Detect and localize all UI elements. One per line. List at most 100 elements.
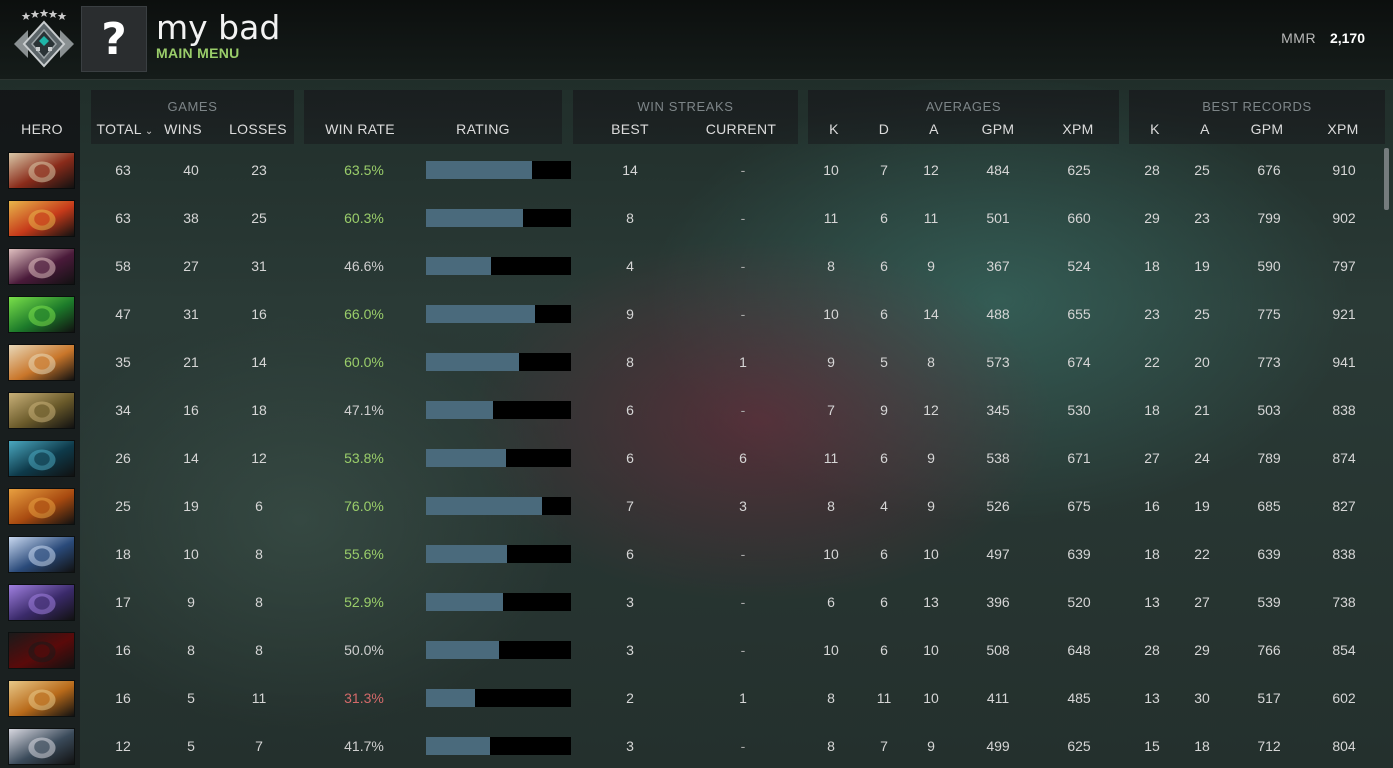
col-header-losses[interactable]: LOSSES xyxy=(229,121,287,137)
avg-deaths-cell: 11 xyxy=(876,690,892,706)
col-header-current-streak[interactable]: CURRENT xyxy=(706,121,777,137)
avg-xpm-cell: 671 xyxy=(1067,450,1091,466)
rating-bar-fill xyxy=(426,353,519,371)
col-header-avg-kills[interactable]: K xyxy=(829,121,839,137)
rating-bar xyxy=(426,641,571,659)
losses-cell: 25 xyxy=(251,210,267,226)
hero-portrait-icon[interactable] xyxy=(8,536,75,573)
col-header-total[interactable]: TOTAL ⌄ xyxy=(96,121,153,137)
group-title-averages: AVERAGES xyxy=(925,99,1002,114)
table-row[interactable]: 63 38 25 60.3% 8 - 11 6 11 501 660 29 23 799 902 xyxy=(0,194,1393,242)
record-kills-cell: 29 xyxy=(1144,210,1160,226)
hero-portrait-icon[interactable] xyxy=(8,200,75,237)
wins-cell: 31 xyxy=(183,306,199,322)
hero-portrait-icon[interactable] xyxy=(8,392,75,429)
avg-xpm-cell: 530 xyxy=(1067,402,1091,418)
hero-portrait-icon[interactable] xyxy=(8,248,75,285)
record-gpm-cell: 775 xyxy=(1257,306,1281,322)
losses-cell: 12 xyxy=(251,450,267,466)
total-cell: 34 xyxy=(115,402,131,418)
losses-cell: 14 xyxy=(251,354,267,370)
rating-bar xyxy=(426,449,571,467)
scrollbar-thumb[interactable] xyxy=(1384,148,1389,210)
win-rate-cell: 76.0% xyxy=(344,498,384,514)
losses-cell: 6 xyxy=(255,498,263,514)
avg-deaths-cell: 6 xyxy=(880,258,888,274)
table-row[interactable]: 18 10 8 55.6% 6 - 10 6 10 497 639 18 22 639 838 xyxy=(0,530,1393,578)
table-row[interactable]: 34 16 18 47.1% 6 - 7 9 12 345 530 18 21 503 838 xyxy=(0,386,1393,434)
total-cell: 16 xyxy=(115,690,131,706)
avg-deaths-cell: 6 xyxy=(880,642,888,658)
col-header-hero[interactable]: HERO xyxy=(21,121,63,137)
hero-portrait-icon[interactable] xyxy=(8,296,75,333)
record-xpm-cell: 838 xyxy=(1332,546,1356,562)
table-row[interactable]: 17 9 8 52.9% 3 - 6 6 13 396 520 13 27 539 738 xyxy=(0,578,1393,626)
table-row[interactable]: 35 21 14 60.0% 8 1 9 5 8 573 674 22 20 773 941 xyxy=(0,338,1393,386)
record-kills-cell: 13 xyxy=(1144,690,1160,706)
win-rate-cell: 53.8% xyxy=(344,450,384,466)
avg-kills-cell: 11 xyxy=(823,450,839,466)
avatar[interactable]: ? xyxy=(81,6,147,72)
table-row[interactable]: 25 19 6 76.0% 7 3 8 4 9 526 675 16 19 685 827 xyxy=(0,482,1393,530)
col-header-best-streak[interactable]: BEST xyxy=(611,121,649,137)
col-header-win-rate[interactable]: WIN RATE xyxy=(325,121,395,137)
best-streak-cell: 8 xyxy=(626,354,634,370)
total-cell: 26 xyxy=(115,450,131,466)
avg-assists-cell: 12 xyxy=(923,402,939,418)
best-streak-cell: 6 xyxy=(626,402,634,418)
col-header-avg-gpm[interactable]: GPM xyxy=(982,121,1015,137)
col-header-wins[interactable]: WINS xyxy=(164,121,202,137)
avg-assists-cell: 8 xyxy=(927,354,935,370)
current-streak-cell: 3 xyxy=(739,498,747,514)
hero-portrait-icon[interactable] xyxy=(8,344,75,381)
table-row[interactable]: 26 14 12 53.8% 6 6 11 6 9 538 671 27 24 789 874 xyxy=(0,434,1393,482)
col-header-record-xpm[interactable]: XPM xyxy=(1327,121,1358,137)
col-header-avg-assists[interactable]: A xyxy=(929,121,939,137)
table-row[interactable]: 58 27 31 46.6% 4 - 8 6 9 367 524 18 19 590 797 xyxy=(0,242,1393,290)
avg-xpm-cell: 648 xyxy=(1067,642,1091,658)
avg-kills-cell: 6 xyxy=(827,594,835,610)
avg-gpm-cell: 484 xyxy=(986,162,1010,178)
hero-portrait-icon[interactable] xyxy=(8,488,75,525)
col-header-record-assists[interactable]: A xyxy=(1200,121,1210,137)
win-rate-cell: 41.7% xyxy=(344,738,384,754)
best-streak-cell: 6 xyxy=(626,450,634,466)
col-header-avg-deaths[interactable]: D xyxy=(879,121,889,137)
col-header-avg-xpm[interactable]: XPM xyxy=(1062,121,1093,137)
record-gpm-cell: 676 xyxy=(1257,162,1281,178)
hero-portrait-icon[interactable] xyxy=(8,680,75,717)
table-row[interactable]: 47 31 16 66.0% 9 - 10 6 14 488 655 23 25 775 921 xyxy=(0,290,1393,338)
best-streak-cell: 9 xyxy=(626,306,634,322)
hero-portrait-icon[interactable] xyxy=(8,584,75,621)
table-row[interactable]: 12 5 7 41.7% 3 - 8 7 9 499 625 15 18 712 804 xyxy=(0,722,1393,768)
col-header-record-gpm[interactable]: GPM xyxy=(1251,121,1284,137)
rank-medal-icon[interactable] xyxy=(12,8,76,72)
record-assists-cell: 29 xyxy=(1194,642,1210,658)
col-header-record-kills[interactable]: K xyxy=(1150,121,1160,137)
avg-xpm-cell: 524 xyxy=(1067,258,1091,274)
rating-bar xyxy=(426,593,571,611)
avg-gpm-cell: 499 xyxy=(986,738,1010,754)
main-menu-link[interactable]: MAIN MENU xyxy=(156,45,240,61)
hero-portrait-icon[interactable] xyxy=(8,152,75,189)
hero-portrait-icon[interactable] xyxy=(8,440,75,477)
avg-assists-cell: 11 xyxy=(923,210,939,226)
losses-cell: 7 xyxy=(255,738,263,754)
record-xpm-cell: 838 xyxy=(1332,402,1356,418)
record-xpm-cell: 921 xyxy=(1332,306,1356,322)
avg-deaths-cell: 6 xyxy=(880,306,888,322)
record-assists-cell: 18 xyxy=(1194,738,1210,754)
total-cell: 47 xyxy=(115,306,131,322)
col-header-rating[interactable]: RATING xyxy=(456,121,510,137)
hero-portrait-icon[interactable] xyxy=(8,632,75,669)
table-row[interactable]: 16 5 11 31.3% 2 1 8 11 10 411 485 13 30 517 602 xyxy=(0,674,1393,722)
record-kills-cell: 27 xyxy=(1144,450,1160,466)
record-xpm-cell: 854 xyxy=(1332,642,1356,658)
avg-kills-cell: 7 xyxy=(827,402,835,418)
table-row[interactable]: 63 40 23 63.5% 14 - 10 7 12 484 625 28 25 676 910 xyxy=(0,146,1393,194)
record-kills-cell: 16 xyxy=(1144,498,1160,514)
table-row[interactable]: 16 8 8 50.0% 3 - 10 6 10 508 648 28 29 766 854 xyxy=(0,626,1393,674)
hero-portrait-icon[interactable] xyxy=(8,728,75,765)
record-gpm-cell: 503 xyxy=(1257,402,1281,418)
best-streak-cell: 3 xyxy=(626,738,634,754)
